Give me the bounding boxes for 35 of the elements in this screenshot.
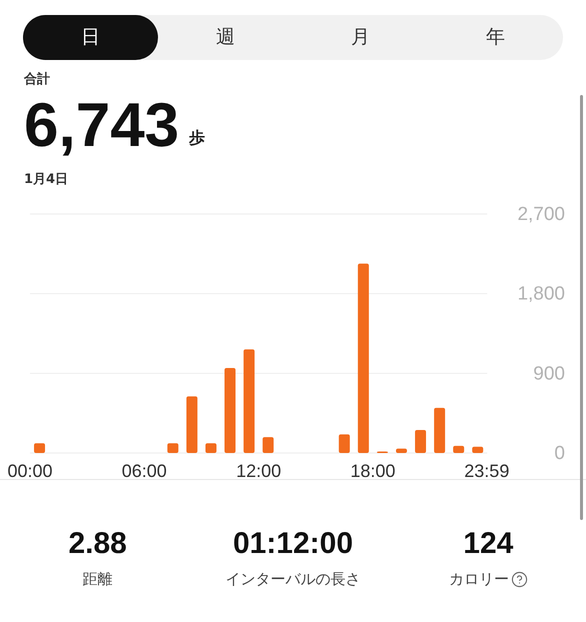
step-total: 6,743 [24,96,180,156]
step-bar [472,446,484,453]
help-icon[interactable] [510,570,528,588]
y-axis-label: 0 [554,443,565,464]
period-tab[interactable]: 日 [23,15,158,60]
step-bar [186,396,198,453]
stat-label: インターバルの長さ [225,569,360,590]
x-axis-label: 00:00 [7,461,53,481]
x-axis-label: 18:00 [350,461,396,481]
period-tab[interactable]: 月 [293,15,428,60]
step-bar [205,443,216,453]
x-axis-label: 12:00 [236,461,282,481]
date-label: 1月4日 [24,170,68,188]
y-axis-label: 1,800 [517,284,565,305]
period-tab[interactable]: 週 [158,15,293,60]
x-axis-label: 23:59 [464,461,510,481]
step-bar [453,446,464,453]
stat-label: カロリー [448,569,509,590]
stat-value: 2.88 [68,528,127,560]
period-tab[interactable]: 年 [428,15,563,60]
step-bar [262,437,274,453]
stat-value: 124 [463,528,514,560]
step-bar [434,408,446,453]
step-bar [338,434,350,453]
step-bar [396,448,407,453]
unit-label: 歩 [189,126,206,148]
y-axis-label: 2,700 [517,204,565,225]
step-bar [415,430,426,453]
x-axis-label: 06:00 [122,461,167,481]
stat-value: 01:12:00 [232,528,354,560]
total-label: 合計 [24,70,50,89]
step-bar [34,443,46,453]
step-bar [167,443,178,453]
y-axis-label: 900 [533,363,565,384]
stat-label: 距離 [82,569,113,590]
